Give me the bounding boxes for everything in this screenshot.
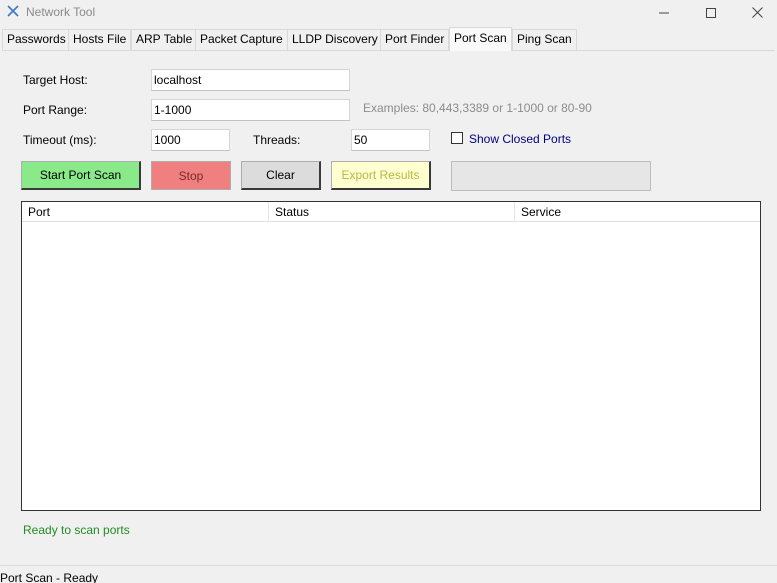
threads-input[interactable]: 50 — [351, 129, 430, 151]
clear-button[interactable]: Clear — [241, 161, 321, 190]
network-x-icon — [6, 4, 20, 18]
tab-passwords[interactable]: Passwords — [2, 29, 71, 50]
tab-ping-scan[interactable]: Ping Scan — [512, 29, 577, 50]
tab-arp-table[interactable]: ARP Table — [131, 29, 198, 50]
maximize-icon[interactable] — [688, 0, 734, 25]
export-results-button[interactable]: Export Results — [331, 161, 431, 190]
window-title: Network Tool — [26, 5, 96, 19]
column-header-service[interactable]: Service — [515, 202, 760, 222]
tab-port-scan[interactable]: Port Scan — [449, 27, 512, 51]
tab-strip: Passwords Hosts File ARP Table Packet Ca… — [2, 27, 775, 51]
status-bar-text: Port Scan - Ready — [0, 571, 99, 583]
target-host-input[interactable]: localhost — [151, 69, 350, 91]
tab-packet-capture[interactable]: Packet Capture — [195, 29, 288, 50]
show-closed-ports-label[interactable]: Show Closed Ports — [469, 132, 571, 146]
port-range-input[interactable]: 1-1000 — [151, 99, 350, 121]
threads-label: Threads: — [253, 133, 301, 147]
tab-port-finder[interactable]: Port Finder — [380, 29, 450, 50]
scan-progress-bar — [451, 161, 651, 191]
status-bar: Port Scan - Ready — [0, 565, 777, 583]
target-host-label: Target Host: — [23, 73, 88, 87]
tab-lldp-discovery[interactable]: LLDP Discovery — [287, 29, 383, 50]
close-icon[interactable] — [734, 0, 777, 25]
timeout-input[interactable]: 1000 — [151, 129, 230, 151]
results-body[interactable] — [22, 223, 760, 510]
port-range-label: Port Range: — [23, 103, 88, 117]
column-header-status[interactable]: Status — [269, 202, 515, 222]
timeout-label: Timeout (ms): — [23, 133, 97, 147]
results-list[interactable]: Port Status Service — [21, 201, 761, 511]
show-closed-ports-checkbox[interactable] — [451, 132, 463, 144]
results-header: Port Status Service — [22, 202, 760, 222]
column-header-port[interactable]: Port — [22, 202, 269, 222]
start-port-scan-button[interactable]: Start Port Scan — [21, 161, 141, 190]
title-bar: Network Tool — [0, 0, 777, 25]
scan-status-text: Ready to scan ports — [23, 523, 130, 537]
port-range-hint: Examples: 80,443,3389 or 1-1000 or 80-90 — [363, 101, 592, 115]
stop-button[interactable]: Stop — [151, 161, 231, 190]
minimize-icon[interactable] — [641, 0, 687, 25]
tab-hosts-file[interactable]: Hosts File — [68, 29, 132, 50]
